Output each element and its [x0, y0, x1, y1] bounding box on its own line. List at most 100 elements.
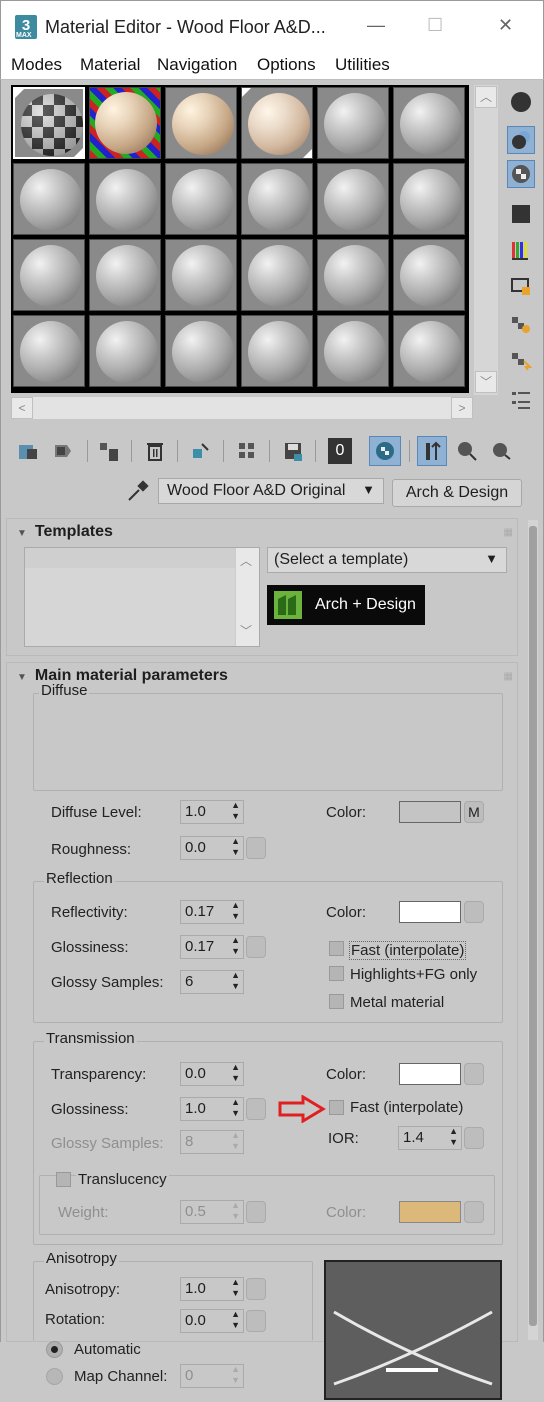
menu-options[interactable]: Options [257, 55, 316, 75]
spinner-arrows-icon[interactable]: ▲ ▼ [231, 935, 240, 957]
reflection-fast-interpolate-checkbox[interactable] [329, 941, 344, 956]
translucency-label[interactable]: Translucency [76, 1171, 169, 1188]
spinner-arrows-icon[interactable]: ▲ ▼ [231, 836, 240, 858]
sample-slot[interactable] [393, 87, 465, 159]
minimize-button[interactable]: — [367, 15, 385, 36]
show-map-in-viewport-icon[interactable] [369, 436, 401, 466]
sample-slot[interactable] [393, 315, 465, 387]
sample-type-sphere-icon[interactable] [507, 88, 535, 116]
reflection-color-map-button[interactable] [464, 901, 484, 923]
drag-handle-icon[interactable]: ▦ [504, 527, 513, 538]
metal-material-checkbox[interactable] [329, 994, 344, 1009]
close-button[interactable]: ✕ [498, 15, 513, 36]
sample-slot[interactable] [317, 87, 389, 159]
chevron-down-icon[interactable]: ﹀ [475, 371, 497, 393]
sample-slot[interactable] [165, 87, 237, 159]
spinner-arrows-icon[interactable]: ▲ ▼ [231, 1277, 240, 1299]
transmission-glossiness-spinner[interactable]: 1.0 ▲ ▼ [180, 1097, 244, 1121]
template-select[interactable]: (Select a template) ▼ [267, 547, 507, 573]
sample-slot[interactable] [165, 239, 237, 311]
drag-handle-icon[interactable]: ▦ [504, 671, 513, 682]
scrollbar-thumb[interactable] [529, 526, 537, 1326]
sample-slot[interactable] [241, 315, 313, 387]
roughness-map-button[interactable] [246, 837, 266, 859]
video-color-check-icon[interactable] [507, 236, 535, 264]
sample-slot[interactable] [13, 239, 85, 311]
put-to-library-icon[interactable] [233, 436, 261, 466]
select-by-material-icon[interactable] [507, 346, 535, 374]
delete-icon[interactable] [141, 436, 169, 466]
highlights-fg-only-checkbox[interactable] [329, 966, 344, 981]
material-map-navigator-icon[interactable] [507, 386, 535, 414]
background-checker-icon[interactable] [507, 160, 535, 188]
chevron-right-icon[interactable]: > [451, 397, 473, 419]
diffuse-color-swatch[interactable] [399, 801, 461, 823]
sample-slot[interactable] [89, 163, 161, 235]
sample-slot[interactable] [13, 163, 85, 235]
translucency-checkbox[interactable] [56, 1172, 71, 1187]
list-scrollbar[interactable]: ︿ ﹀ [235, 548, 259, 646]
anisotropy-map-button[interactable] [246, 1278, 266, 1300]
transmission-color-swatch[interactable] [399, 1063, 461, 1085]
material-id-channel-button[interactable]: 0 [327, 436, 353, 466]
translucency-color-swatch[interactable] [399, 1201, 461, 1223]
uv-tiling-icon[interactable] [507, 200, 535, 228]
weight-spinner[interactable]: 0.5 ▲ ▼ [180, 1200, 244, 1224]
chevron-up-icon[interactable]: ︿ [475, 86, 497, 108]
transmission-fast-interpolate-checkbox[interactable] [329, 1100, 344, 1115]
sample-slot[interactable] [89, 315, 161, 387]
reflection-glossy-samples-spinner[interactable]: 6 ▲ ▼ [180, 970, 244, 994]
assign-to-selection-icon[interactable] [95, 436, 123, 466]
menu-utilities[interactable]: Utilities [335, 55, 390, 75]
spinner-arrows-icon[interactable]: ▲ ▼ [231, 800, 240, 822]
templates-rollout-header[interactable]: ▼ Templates [17, 523, 113, 541]
sample-slot[interactable] [317, 163, 389, 235]
sample-slot[interactable] [393, 239, 465, 311]
map-channel-radio[interactable] [46, 1368, 63, 1385]
chevron-left-icon[interactable]: < [11, 397, 33, 419]
spinner-arrows-icon[interactable]: ▲ ▼ [231, 1309, 240, 1331]
get-material-icon[interactable] [15, 436, 43, 466]
reflection-color-swatch[interactable] [399, 901, 461, 923]
ior-map-button[interactable] [464, 1127, 484, 1149]
reflection-glossiness-map-button[interactable] [246, 936, 266, 958]
go-forward-to-sibling-icon[interactable] [487, 436, 515, 466]
reflection-glossiness-spinner[interactable]: 0.17 ▲ ▼ [180, 935, 244, 959]
automatic-radio[interactable] [46, 1341, 63, 1358]
anisotropy-spinner[interactable]: 1.0 ▲ ▼ [180, 1277, 244, 1301]
spinner-arrows-icon[interactable]: ▲ ▼ [231, 1130, 240, 1152]
chevron-down-icon[interactable]: ﹀ [240, 622, 252, 639]
transmission-glossy-samples-spinner[interactable]: 8 ▲ ▼ [180, 1130, 244, 1154]
reflection-fast-interpolate-label[interactable]: Fast (interpolate) [349, 941, 467, 960]
sample-slot[interactable] [13, 315, 85, 387]
metal-material-label[interactable]: Metal material [350, 994, 444, 1011]
material-type-button[interactable]: Arch & Design [392, 479, 522, 507]
diffuse-color-map-button[interactable]: M [464, 801, 484, 823]
spinner-arrows-icon[interactable]: ▲ ▼ [231, 1364, 240, 1386]
sample-slot[interactable] [241, 239, 313, 311]
sample-slot[interactable] [13, 87, 85, 159]
sample-slot[interactable] [89, 239, 161, 311]
go-to-parent-icon[interactable] [453, 436, 481, 466]
sample-slot[interactable] [317, 239, 389, 311]
slots-horizontal-scrollbar[interactable]: < > [11, 397, 473, 419]
spinner-arrows-icon[interactable]: ▲ ▼ [231, 1062, 240, 1084]
sample-slot[interactable] [241, 87, 313, 159]
transmission-fast-interpolate-label[interactable]: Fast (interpolate) [350, 1099, 463, 1116]
backlight-icon[interactable] [507, 126, 535, 154]
menu-modes[interactable]: Modes [11, 55, 62, 75]
sample-slot[interactable] [165, 315, 237, 387]
pick-material-eyedropper-icon[interactable] [125, 478, 151, 504]
template-list[interactable]: ︿ ﹀ [24, 547, 260, 647]
menu-material[interactable]: Material [80, 55, 140, 75]
spinner-arrows-icon[interactable]: ▲ ▼ [231, 1097, 240, 1119]
make-unique-icon[interactable] [187, 436, 215, 466]
save-to-library-icon[interactable] [279, 436, 307, 466]
translucency-color-map-button[interactable] [464, 1201, 484, 1223]
app-logo-icon[interactable]: 3 MAX [15, 15, 37, 39]
make-preview-icon[interactable] [507, 272, 535, 300]
options-icon[interactable] [507, 310, 535, 338]
sample-slot[interactable] [317, 315, 389, 387]
map-channel-label[interactable]: Map Channel: [74, 1368, 167, 1385]
weight-map-button[interactable] [246, 1201, 266, 1223]
